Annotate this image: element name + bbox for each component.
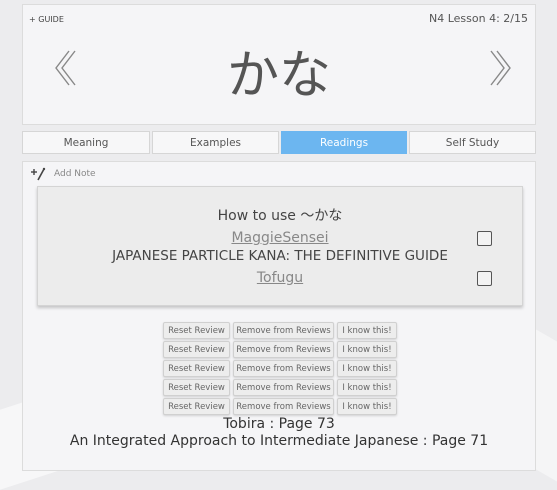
reading-resources-box: How to use 〜かな MaggieSensei JAPANESE PAR… [37, 186, 523, 306]
i-know-this-button[interactable]: I know this! [337, 398, 397, 415]
lesson-progress: N4 Lesson 4: 2/15 [429, 12, 528, 25]
reading-link-tofugu[interactable]: Tofugu [38, 270, 522, 286]
reading-checkbox[interactable] [477, 271, 492, 286]
reading-checkbox[interactable] [477, 231, 492, 246]
reset-review-button[interactable]: Reset Review [163, 379, 230, 396]
tab-examples[interactable]: Examples [152, 131, 279, 154]
i-know-this-button[interactable]: I know this! [337, 341, 397, 358]
reading-source-title: JAPANESE PARTICLE KANA: THE DEFINITIVE G… [112, 248, 448, 264]
remove-from-reviews-button[interactable]: Remove from Reviews [233, 360, 334, 377]
tab-meaning[interactable]: Meaning [22, 131, 150, 154]
reading-link-maggiesensei[interactable]: MaggieSensei [38, 230, 522, 246]
page-reference: Tobira : Page 73 [223, 416, 335, 432]
guide-button[interactable]: + GUIDE [29, 15, 64, 24]
reset-review-button[interactable]: Reset Review [163, 360, 230, 377]
remove-from-reviews-button[interactable]: Remove from Reviews [233, 398, 334, 415]
reset-review-button[interactable]: Reset Review [163, 341, 230, 358]
remove-from-reviews-button[interactable]: Remove from Reviews [233, 379, 334, 396]
flashcard-header: + GUIDE N4 Lesson 4: 2/15 かな [22, 4, 536, 125]
chevron-left-double-icon[interactable] [47, 43, 87, 93]
remove-from-reviews-button[interactable]: Remove from Reviews [233, 341, 334, 358]
tab-readings[interactable]: Readings [281, 131, 407, 154]
add-note-button[interactable]: Add Note [30, 167, 96, 181]
page-reference: An Integrated Approach to Intermediate J… [69, 433, 489, 449]
reset-review-button[interactable]: Reset Review [163, 398, 230, 415]
i-know-this-button[interactable]: I know this! [337, 322, 397, 339]
reset-review-button[interactable]: Reset Review [163, 322, 230, 339]
tab-self-study[interactable]: Self Study [409, 131, 536, 154]
chevron-right-double-icon[interactable] [479, 43, 519, 93]
tab-bar: Meaning Examples Readings Self Study [22, 131, 536, 154]
reading-title: How to use 〜かな [217, 208, 343, 224]
add-note-icon [31, 167, 46, 181]
readings-panel: Add Note How to use 〜かな MaggieSensei JAP… [22, 161, 536, 471]
i-know-this-button[interactable]: I know this! [337, 360, 397, 377]
add-note-label: Add Note [54, 169, 96, 179]
flashcard-word: かな [226, 46, 331, 106]
i-know-this-button[interactable]: I know this! [337, 379, 397, 396]
remove-from-reviews-button[interactable]: Remove from Reviews [233, 322, 334, 339]
